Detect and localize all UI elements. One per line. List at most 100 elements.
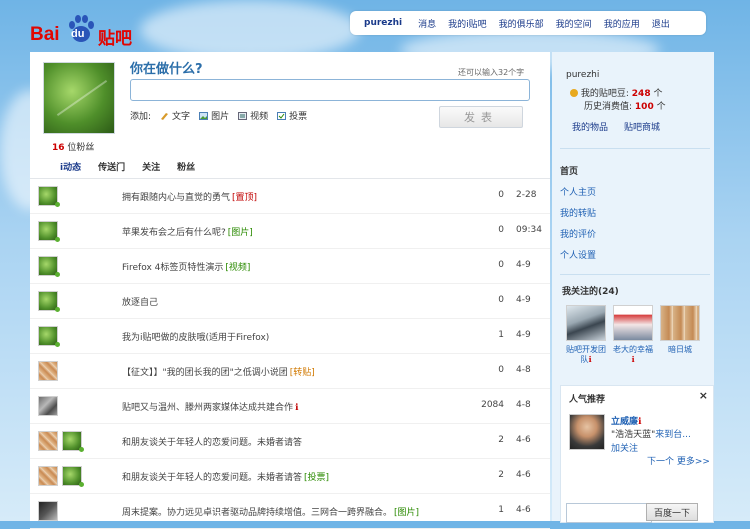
feed-tag[interactable]: [转贴] (290, 368, 315, 378)
feed-row[interactable]: 拥有跟随内心与直觉的勇气 [置顶] 0 2-28 (30, 179, 550, 214)
feed-title-text: 放逐自己 (122, 298, 159, 308)
sidebar-username: purezhi (566, 70, 600, 80)
feed-title[interactable]: 拥有跟随内心与直觉的勇气 [置顶] (122, 190, 257, 203)
feed-title[interactable]: 和朋友谈关于年轻人的恋爱问题。未婚者请答 [投票] (122, 470, 329, 483)
following-pic-laptop (566, 305, 606, 341)
feed-title[interactable]: 我为i贴吧做的皮肤哦(适用于Firefox) (122, 330, 271, 343)
tab-fans[interactable]: 粉丝 (177, 160, 195, 173)
add-image-option[interactable]: 图片 (199, 109, 229, 122)
feed-tag[interactable]: [投票] (304, 473, 329, 483)
search-input[interactable] (566, 503, 652, 523)
feed-title-text: Firefox 4标签页特性演示 (122, 263, 224, 273)
feed-date: 4-8 (516, 400, 531, 410)
popular-user-name[interactable]: 立威廉ℹ (611, 414, 641, 427)
tab-following[interactable]: 关注 (142, 160, 160, 173)
search-button[interactable]: 百度一下 (646, 503, 698, 521)
close-icon[interactable]: × (699, 389, 708, 402)
next-button[interactable]: 下一个 (647, 457, 674, 467)
feed-title[interactable]: 放逐自己 (122, 295, 160, 308)
tieba-mall-link[interactable]: 贴吧商城 (624, 120, 660, 133)
fans-count-label: 位粉丝 (67, 143, 95, 153)
feed-thumbnail[interactable] (38, 361, 58, 381)
add-video-label: 视频 (250, 112, 269, 122)
feed-reply-count: 0 (498, 260, 504, 270)
beans-unit: 个 (653, 89, 663, 99)
top-navigation: purezhi 消息 我的i贴吧 我的俱乐部 我的空间 我的应用 退出 (350, 11, 706, 35)
feed-title[interactable]: Firefox 4标签页特性演示 [视频] (122, 260, 250, 273)
feed-tag[interactable]: [视频] (225, 263, 250, 273)
feed-row[interactable]: 贴吧又与温州、滕州两家媒体达成共建合作 ℹ 2084 4-8 (30, 389, 550, 424)
more-link[interactable]: 更多>> (677, 457, 710, 467)
popular-desc-from: "浩浩天蓝" (611, 430, 656, 440)
sidebar-item-personal-home[interactable]: 个人主页 (560, 185, 596, 198)
follow-button[interactable]: 加关注 (611, 441, 638, 454)
feed-thumbnail[interactable] (38, 431, 58, 451)
nav-logout[interactable]: 退出 (652, 17, 670, 30)
feed-row[interactable]: 苹果发布会之后有什么呢? [图片] 0 09:34 (30, 214, 550, 249)
nav-my-club[interactable]: 我的俱乐部 (499, 17, 544, 30)
status-input[interactable] (130, 79, 530, 101)
remaining-chars: 还可以输入32个字 (458, 68, 525, 77)
feed-title-text: 贴吧又与温州、滕州两家媒体达成共建合作 (122, 403, 294, 413)
feed-title-text: 我为i贴吧做的皮肤哦(适用于Firefox) (122, 333, 270, 343)
nav-username[interactable]: purezhi (364, 18, 402, 28)
feed-date: 09:34 (516, 225, 542, 235)
feed-row[interactable]: Firefox 4标签页特性演示 [视频] 0 4-9 (30, 249, 550, 284)
feed-title-text: 和朋友谈关于年轻人的恋爱问题。未婚者请答 (122, 473, 303, 483)
feed-row[interactable]: 周末提案。协力远见卓识者驱动品牌持续增值。三网合一跨界融合。 [图片] 1 4-6 (30, 494, 550, 529)
feed-thumbnail[interactable] (38, 466, 58, 486)
online-dot-icon (55, 342, 60, 347)
nav-messages[interactable]: 消息 (418, 17, 436, 30)
popular-user-desc[interactable]: "浩浩天蓝"来到台... (611, 427, 691, 440)
baidu-tieba-logo[interactable]: Bai du 贴吧 (30, 14, 140, 49)
post-button[interactable]: 发表 (439, 106, 523, 128)
tab-portal[interactable]: 传送门 (98, 160, 125, 173)
feed-row[interactable]: 放逐自己 0 4-9 (30, 284, 550, 319)
feed-row[interactable]: 我为i贴吧做的皮肤哦(适用于Firefox) 1 4-9 (30, 319, 550, 354)
feed-title[interactable]: 周末提案。协力远见卓识者驱动品牌持续增值。三网合一跨界融合。 [图片] (122, 505, 419, 518)
fans-count[interactable]: 16 位粉丝 (52, 140, 122, 153)
add-vote-option[interactable]: 投票 (277, 109, 307, 122)
add-text-option[interactable]: 文字 (160, 109, 190, 122)
popular-user-avatar[interactable] (569, 414, 605, 450)
sidebar-item-settings[interactable]: 个人设置 (560, 248, 596, 261)
following-title: 我关注的(24) (562, 287, 619, 297)
user-avatar[interactable] (43, 62, 115, 134)
feed-reply-count: 0 (498, 295, 504, 305)
following-label: 老大的幸福ℹ (613, 345, 653, 364)
feed-title[interactable]: 和朋友谈关于年轻人的恋爱问题。未婚者请答 (122, 435, 304, 448)
feed-tag[interactable]: ℹ (295, 403, 298, 413)
feed-thumbnail[interactable] (38, 396, 58, 416)
feed-row[interactable]: 和朋友谈关于年轻人的恋爱问题。未婚者请答 2 4-6 (30, 424, 550, 459)
feed-date: 4-8 (516, 365, 531, 375)
feed-reply-count: 0 (498, 225, 504, 235)
add-video-option[interactable]: 视频 (238, 109, 268, 122)
feed-tag[interactable]: [图片] (394, 508, 419, 518)
text-icon (161, 112, 169, 120)
bean-icon (570, 89, 578, 97)
feed-title[interactable]: 贴吧又与温州、滕州两家媒体达成共建合作 ℹ (122, 400, 298, 413)
nav-my-space[interactable]: 我的空间 (556, 17, 592, 30)
feed-row[interactable]: 和朋友谈关于年轻人的恋爱问题。未婚者请答 [投票] 2 4-6 (30, 459, 550, 494)
feed-row[interactable]: 【征文】】"我的团长我的团"之低调小说团 [转贴] 0 4-8 (30, 354, 550, 389)
my-items-link[interactable]: 我的物品 (572, 120, 608, 133)
nav-my-apps[interactable]: 我的应用 (604, 17, 640, 30)
sidebar-item-my-reposts[interactable]: 我的转贴 (560, 206, 596, 219)
sidebar-item-my-reviews[interactable]: 我的评价 (560, 227, 596, 240)
nav-my-tieba[interactable]: 我的i贴吧 (448, 17, 487, 30)
logo-bai-text: Bai (30, 24, 60, 45)
following-item[interactable]: 老大的幸福ℹ (613, 305, 653, 365)
following-item[interactable]: 贴吧开发团队ℹ (566, 305, 606, 365)
vote-icon (277, 111, 287, 120)
add-label: 添加: (130, 112, 152, 122)
feed-tag[interactable]: [置顶] (232, 193, 257, 203)
following-item[interactable]: 暗日城 (660, 305, 700, 355)
feed-title[interactable]: 苹果发布会之后有什么呢? [图片] (122, 225, 253, 238)
tab-i-dynamic[interactable]: i动态 (60, 160, 81, 173)
feed-tag[interactable]: [图片] (228, 228, 253, 238)
feed-reply-count: 2 (498, 470, 504, 480)
following-label: 贴吧开发团队ℹ (566, 345, 606, 364)
feed-title[interactable]: 【征文】】"我的团长我的团"之低调小说团 [转贴] (122, 365, 315, 378)
feed-thumbnail[interactable] (38, 501, 58, 521)
sidebar-item-home[interactable]: 首页 (560, 164, 596, 177)
